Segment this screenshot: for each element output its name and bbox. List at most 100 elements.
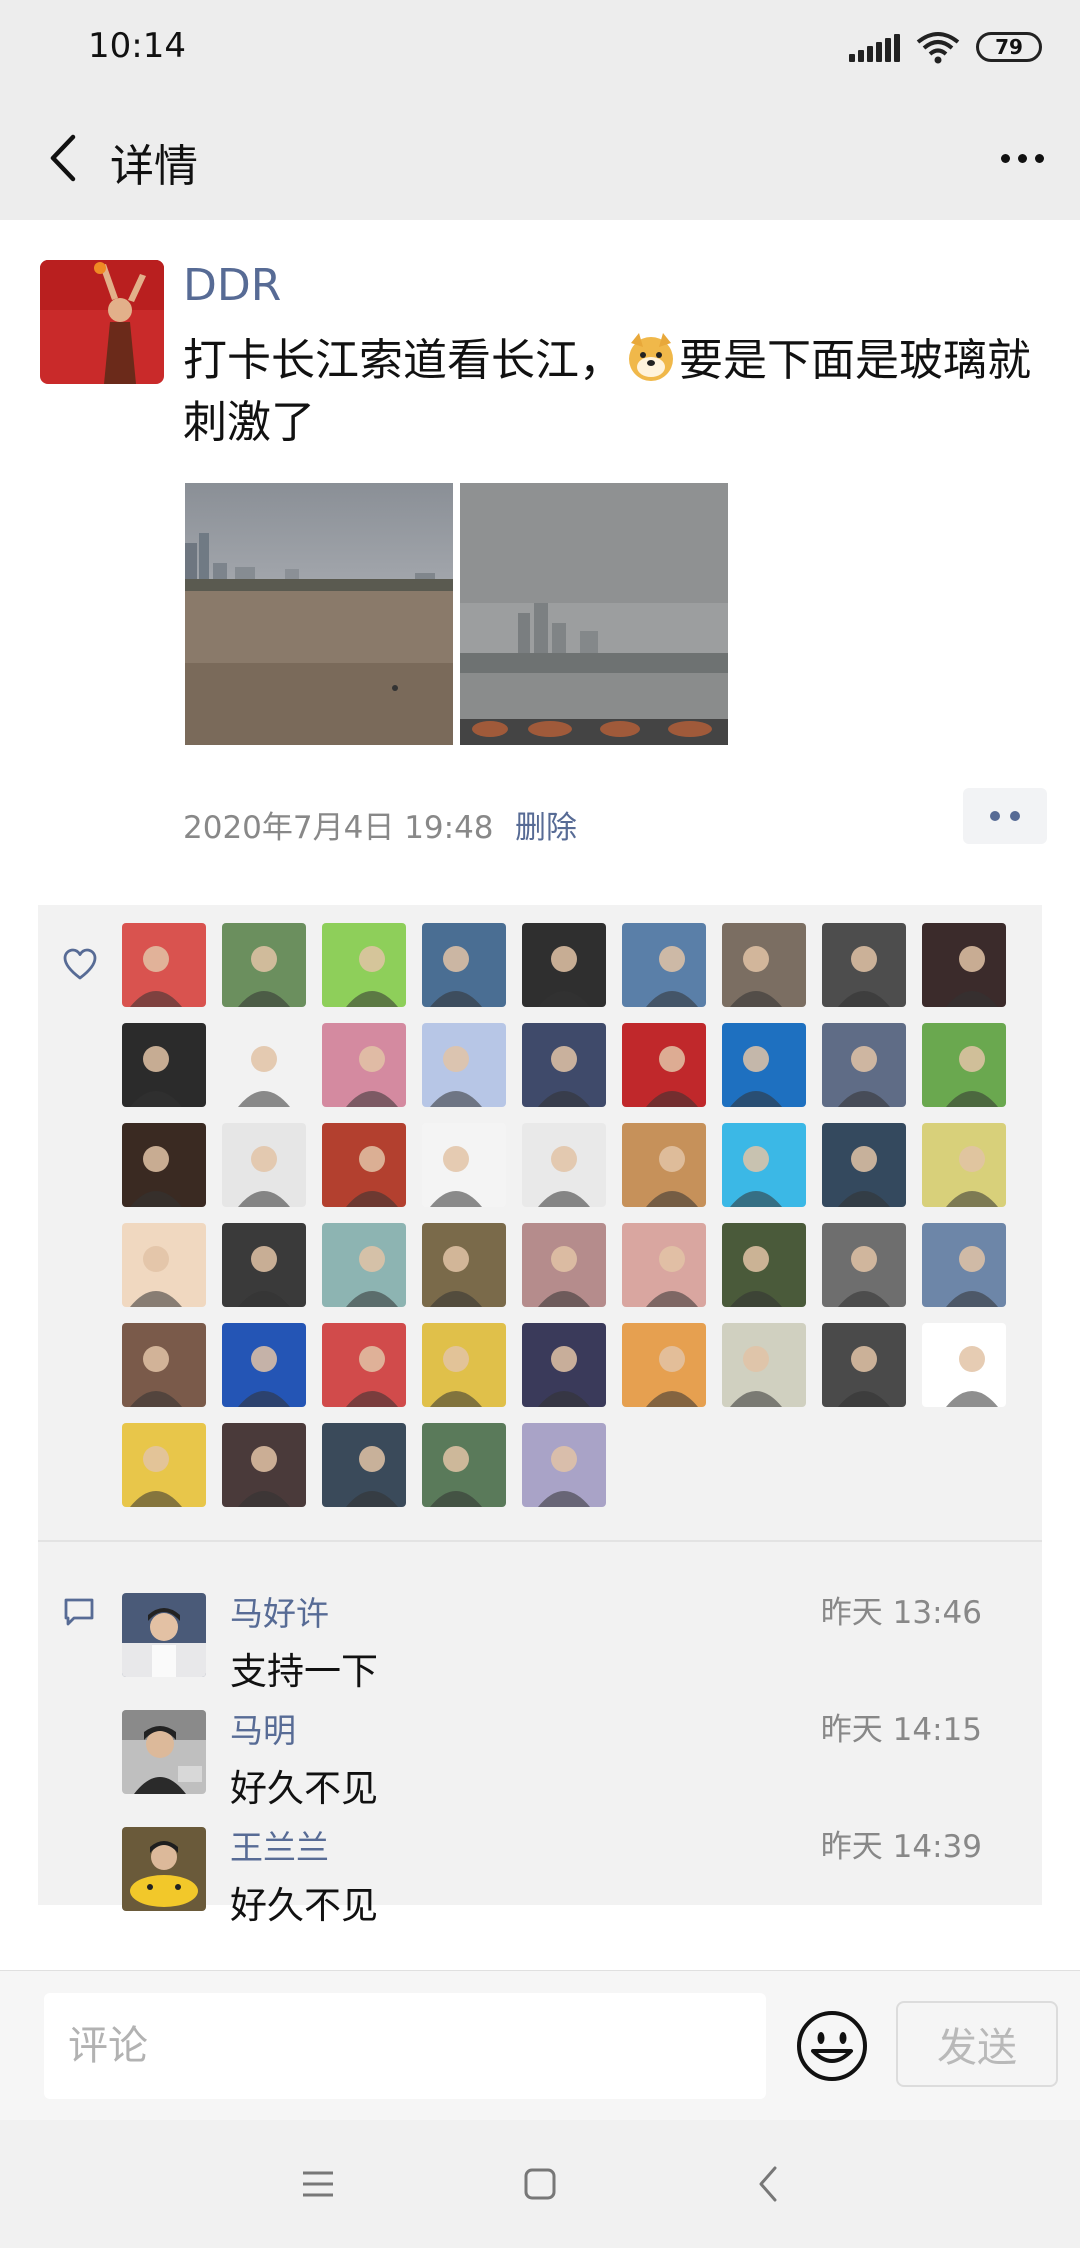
nav-bar: 详情 — [0, 96, 1080, 220]
liker-avatar[interactable] — [522, 1023, 606, 1107]
home-square-icon — [524, 2168, 556, 2200]
comment-author[interactable]: 马好许 — [230, 1587, 329, 1635]
heart-icon — [63, 948, 97, 980]
liker-avatar[interactable] — [322, 1123, 406, 1207]
signal-icon — [849, 32, 900, 62]
liker-avatar[interactable] — [922, 923, 1006, 1007]
liker-avatar[interactable] — [222, 1023, 306, 1107]
liker-avatar[interactable] — [622, 1023, 706, 1107]
battery-icon: 79 — [976, 32, 1042, 62]
comment-avatar[interactable] — [122, 1710, 206, 1794]
liker-avatar[interactable] — [422, 1223, 506, 1307]
interaction-box: 马好许 昨天 13:46 支持一下 马明 昨天 14:15 好久不见 王兰兰 昨… — [38, 905, 1042, 1927]
like-comment-action-button[interactable] — [963, 788, 1047, 844]
liker-avatar[interactable] — [622, 923, 706, 1007]
post-detail: DDR 打卡长江索道看长江， 要是下面是玻璃就刺激了 2020年7月4日 19:… — [0, 220, 1080, 1970]
liker-avatar[interactable] — [222, 923, 306, 1007]
comment-author[interactable]: 王兰兰 — [230, 1821, 329, 1869]
liker-avatar[interactable] — [822, 1323, 906, 1407]
liker-avatar[interactable] — [822, 923, 906, 1007]
liker-avatar[interactable] — [322, 923, 406, 1007]
liker-avatar[interactable] — [622, 1123, 706, 1207]
liker-avatar[interactable] — [222, 1323, 306, 1407]
status-time: 10:14 — [88, 26, 186, 66]
menu-icon — [303, 2171, 333, 2197]
liker-avatar[interactable] — [422, 1023, 506, 1107]
liker-avatar[interactable] — [522, 923, 606, 1007]
comment-text: 好久不见 — [230, 1884, 378, 1927]
liker-avatar[interactable] — [722, 1023, 806, 1107]
liker-avatar[interactable] — [922, 1023, 1006, 1107]
liker-avatar[interactable] — [122, 1023, 206, 1107]
post-time: 2020年7月4日 19:48 — [183, 810, 494, 846]
doge-emoji-icon — [629, 333, 673, 381]
liker-avatar[interactable] — [622, 1323, 706, 1407]
comment-avatar[interactable] — [122, 1827, 206, 1911]
post-photo-2[interactable] — [460, 483, 728, 745]
liker-avatar[interactable] — [222, 1423, 306, 1507]
system-back-button[interactable] — [740, 2156, 796, 2212]
comment-item[interactable]: 马好许 昨天 13:46 支持一下 — [122, 1587, 1022, 1703]
comment-icon — [64, 1598, 94, 1626]
comment-time: 昨天 14:15 — [820, 1712, 982, 1748]
comment-text: 好久不见 — [230, 1767, 378, 1810]
liker-avatar[interactable] — [322, 1323, 406, 1407]
liker-avatar[interactable] — [222, 1123, 306, 1207]
liker-avatar[interactable] — [922, 1123, 1006, 1207]
liker-avatar[interactable] — [922, 1323, 1006, 1407]
system-navigation-bar — [0, 2120, 1080, 2248]
more-options-button[interactable] — [990, 132, 1054, 184]
liker-avatar[interactable] — [322, 1423, 406, 1507]
liker-avatar[interactable] — [522, 1323, 606, 1407]
delete-link[interactable]: 删除 — [515, 802, 577, 847]
ellipsis-icon — [1000, 153, 1010, 163]
liker-avatar[interactable] — [822, 1223, 906, 1307]
liker-avatar[interactable] — [122, 1223, 206, 1307]
liker-avatar[interactable] — [522, 1123, 606, 1207]
status-icons: 79 — [849, 30, 1042, 64]
dots-icon — [990, 811, 1000, 821]
author-name[interactable]: DDR — [183, 260, 281, 311]
status-bar: 10:14 79 — [0, 0, 1080, 96]
liker-avatar[interactable] — [422, 923, 506, 1007]
liker-avatar[interactable] — [422, 1423, 506, 1507]
home-button[interactable] — [512, 2156, 568, 2212]
liker-avatar[interactable] — [622, 1223, 706, 1307]
liker-avatar[interactable] — [322, 1023, 406, 1107]
divider — [38, 1540, 1042, 1542]
comment-item[interactable]: 王兰兰 昨天 14:39 好久不见 — [122, 1821, 1022, 1937]
comment-input[interactable] — [44, 1993, 766, 2099]
liker-avatar[interactable] — [522, 1423, 606, 1507]
send-button[interactable]: 发送 — [896, 2001, 1058, 2087]
liker-avatar[interactable] — [722, 1323, 806, 1407]
liker-avatar[interactable] — [422, 1323, 506, 1407]
liker-avatar[interactable] — [422, 1123, 506, 1207]
liker-avatar[interactable] — [722, 923, 806, 1007]
post-photo-1[interactable] — [185, 483, 453, 745]
liker-avatar[interactable] — [722, 1123, 806, 1207]
comment-input-bar: 发送 — [0, 1970, 1080, 2120]
liker-avatar[interactable] — [822, 1123, 906, 1207]
liker-avatar[interactable] — [822, 1023, 906, 1107]
liker-avatar[interactable] — [122, 923, 206, 1007]
comment-author[interactable]: 马明 — [230, 1704, 296, 1752]
liker-avatar[interactable] — [122, 1123, 206, 1207]
comment-avatar[interactable] — [122, 1593, 206, 1677]
author-avatar[interactable] — [40, 260, 164, 384]
comment-item[interactable]: 马明 昨天 14:15 好久不见 — [122, 1704, 1022, 1820]
liker-avatar[interactable] — [122, 1423, 206, 1507]
liker-avatar[interactable] — [722, 1223, 806, 1307]
comment-text: 支持一下 — [230, 1650, 378, 1693]
liker-avatar[interactable] — [222, 1223, 306, 1307]
chevron-left-icon — [50, 134, 76, 182]
post-text-part1: 打卡长江索道看长江， — [183, 335, 623, 386]
menu-button[interactable] — [290, 2156, 346, 2212]
liker-avatar[interactable] — [322, 1223, 406, 1307]
liker-avatar[interactable] — [922, 1223, 1006, 1307]
page-title: 详情 — [110, 141, 198, 192]
post-text: 打卡长江索道看长江， 要是下面是玻璃就刺激了 — [183, 330, 1043, 454]
back-button[interactable] — [30, 126, 94, 190]
liker-avatar[interactable] — [522, 1223, 606, 1307]
smiley-icon[interactable] — [795, 2009, 869, 2083]
liker-avatar[interactable] — [122, 1323, 206, 1407]
